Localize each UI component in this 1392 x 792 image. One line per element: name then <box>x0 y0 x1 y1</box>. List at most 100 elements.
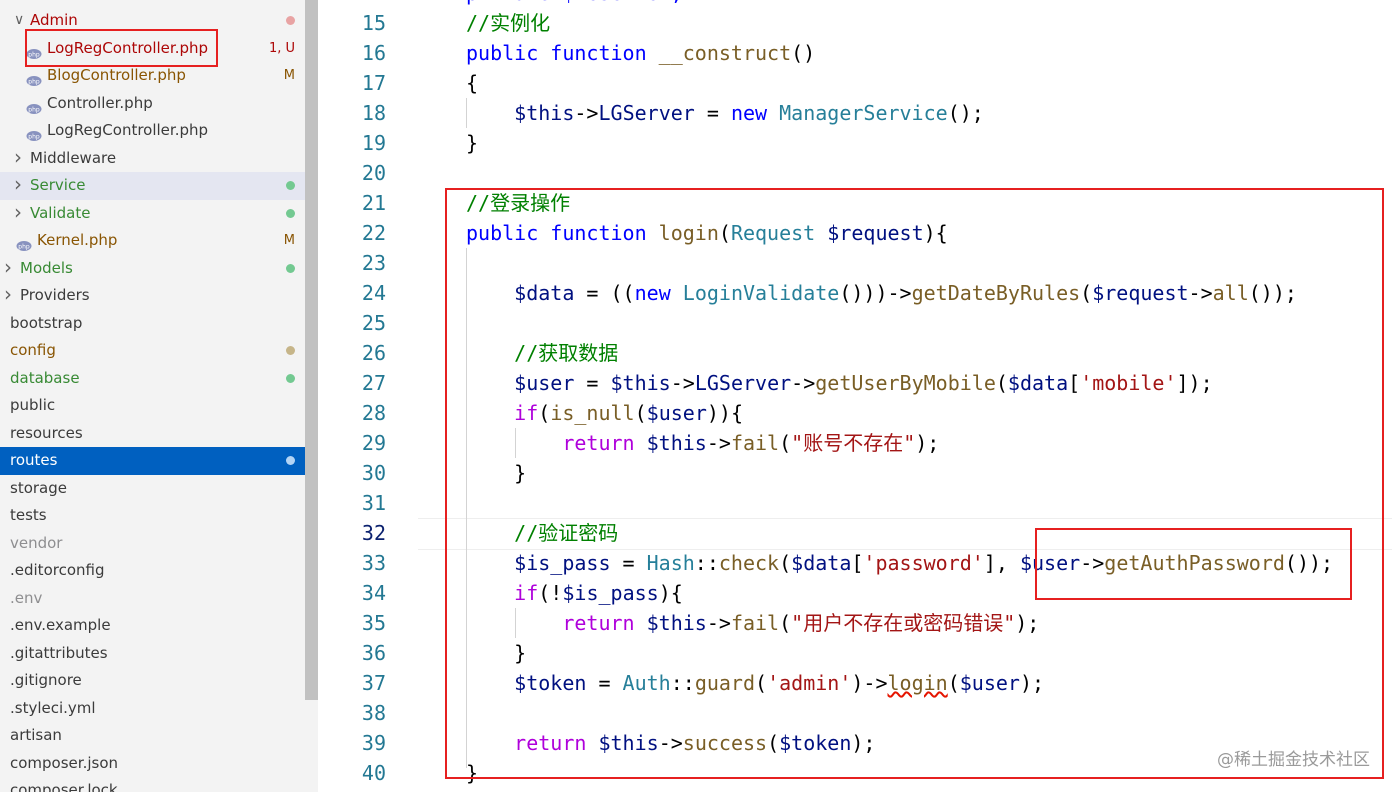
code-line[interactable]: //获取数据 <box>466 338 618 368</box>
tree-item[interactable]: php BlogController.php M <box>0 62 305 90</box>
tree-item[interactable]: storage <box>0 475 305 503</box>
tree-item-label: bootstrap <box>10 313 83 332</box>
line-number: 31 <box>361 491 386 515</box>
tree-item-label: .gitignore <box>10 671 82 689</box>
git-status-dot <box>286 456 295 465</box>
code-line[interactable]: return $this->fail("用户不存在或密码错误"); <box>466 608 1039 638</box>
line-number: 32 <box>361 521 386 545</box>
tree-item[interactable]: tests <box>0 502 305 530</box>
tree-item[interactable]: .gitattributes <box>0 640 305 668</box>
line-number: 21 <box>361 191 386 215</box>
tree-item[interactable]: composer.lock <box>0 777 305 792</box>
code-line[interactable]: if(is_null($user)){ <box>466 398 743 428</box>
tree-item[interactable]: .env <box>0 585 305 613</box>
tree-item[interactable]: php LogRegController.php 1, U <box>0 35 305 63</box>
tree-item[interactable]: routes <box>0 447 305 475</box>
code-line[interactable]: //验证密码 <box>466 518 618 548</box>
tree-item-label: LogRegController.php <box>47 38 209 57</box>
tree-item[interactable]: .env.example <box>0 612 305 640</box>
code-line[interactable]: { <box>466 68 478 98</box>
tree-item[interactable]: › Providers <box>0 282 305 310</box>
tree-item[interactable]: artisan <box>0 722 305 750</box>
code-line[interactable]: private $LGServer; <box>466 0 683 8</box>
tree-item[interactable]: database <box>0 365 305 393</box>
code-line[interactable]: //实例化 <box>466 8 550 38</box>
tree-item-label: .env.example <box>10 616 111 634</box>
tree-item[interactable]: .gitignore <box>0 667 305 695</box>
chevron-right-icon[interactable]: › <box>4 282 18 309</box>
tree-item-label: vendor <box>10 533 63 552</box>
line-number: 38 <box>361 701 386 725</box>
code-line[interactable]: $data = ((new LoginValidate()))->getDate… <box>466 278 1297 308</box>
code-line[interactable]: $user = $this->LGServer->getUserByMobile… <box>466 368 1212 398</box>
watermark: @稀土掘金技术社区 <box>1217 750 1370 770</box>
tree-item[interactable]: .editorconfig <box>0 557 305 585</box>
git-status-badge: M <box>283 233 295 248</box>
tree-item[interactable]: .styleci.yml <box>0 695 305 723</box>
line-number: 18 <box>361 101 386 125</box>
tree-item-label: Kernel.php <box>37 231 118 249</box>
line-number: 20 <box>361 161 386 185</box>
code-line[interactable]: if(!$is_pass){ <box>466 578 683 608</box>
git-status-dot <box>286 208 295 218</box>
chevron-right-icon[interactable]: › <box>14 200 28 227</box>
git-status-badge: M <box>283 68 295 83</box>
line-number: 17 <box>361 71 386 95</box>
tree-item-label: Providers <box>20 286 90 304</box>
tree-item[interactable]: config <box>0 337 305 365</box>
git-status-dot <box>286 181 295 190</box>
line-number: 25 <box>361 311 386 335</box>
tree-item-label: storage <box>10 478 67 497</box>
svg-text:php: php <box>18 244 30 251</box>
tree-item[interactable]: ∨ Admin <box>0 7 305 35</box>
tree-item-label: Service <box>30 176 86 194</box>
tree-item[interactable]: php LogRegController.php <box>0 117 305 145</box>
line-number: 30 <box>361 461 386 485</box>
code-line[interactable]: } <box>466 128 478 158</box>
tree-item[interactable]: › Models <box>0 255 305 283</box>
line-number: 19 <box>361 131 386 155</box>
tree-item[interactable]: › Validate <box>0 200 305 228</box>
line-number: 23 <box>361 251 386 275</box>
chevron-right-icon[interactable]: › <box>4 255 18 282</box>
tree-item-label: routes <box>10 451 58 469</box>
explorer-scrollbar[interactable] <box>305 0 318 792</box>
tree-item[interactable]: › Service <box>0 172 305 200</box>
line-number: 26 <box>361 341 386 365</box>
code-line[interactable]: public function __construct() <box>466 38 815 68</box>
code-line[interactable]: return $this->success($token); <box>466 728 875 758</box>
tree-item-label: LogRegController.php <box>47 121 209 139</box>
code-line[interactable]: } <box>466 638 526 668</box>
code-line[interactable]: } <box>466 458 526 488</box>
code-line[interactable]: //登录操作 <box>466 188 570 218</box>
code-line[interactable]: } <box>466 758 478 788</box>
code-editor[interactable]: 14 private $LGServer; 15 //实例化 16 public func… <box>318 0 1392 792</box>
tree-item[interactable]: vendor <box>0 530 305 558</box>
line-number: 27 <box>361 371 386 395</box>
tree-item[interactable]: › Middleware <box>0 145 305 173</box>
chevron-right-icon[interactable]: › <box>14 172 28 199</box>
chevron-down-icon[interactable]: ∨ <box>14 7 28 34</box>
tree-item[interactable]: composer.json <box>0 750 305 778</box>
svg-text:php: php <box>28 79 40 86</box>
git-status-dot <box>286 16 295 25</box>
tree-item-label: composer.json <box>10 753 119 772</box>
code-line[interactable]: return $this->fail("账号不存在"); <box>466 428 939 458</box>
tree-item-label: public <box>10 396 56 414</box>
code-line[interactable]: public function login(Request $request){ <box>466 218 948 248</box>
tree-item[interactable]: php Kernel.php M <box>0 227 305 255</box>
tree-item-label: Controller.php <box>47 93 153 112</box>
code-line[interactable]: $is_pass = Hash::check($data['password']… <box>466 548 1333 578</box>
code-line[interactable]: $token = Auth::guard('admin')->login($us… <box>466 668 1044 698</box>
php-icon: php <box>26 42 42 59</box>
tree-item[interactable]: public <box>0 392 305 420</box>
code-line[interactable]: $this->LGServer = new ManagerService(); <box>466 98 984 128</box>
svg-text:php: php <box>28 51 40 58</box>
tree-item[interactable]: bootstrap <box>0 310 305 338</box>
tree-item[interactable]: php Controller.php <box>0 90 305 118</box>
explorer-scrollbar-thumb[interactable] <box>305 0 318 700</box>
tree-item-label: .editorconfig <box>10 561 105 579</box>
chevron-right-icon[interactable]: › <box>14 145 28 172</box>
line-number: 28 <box>361 401 386 425</box>
tree-item[interactable]: resources <box>0 420 305 448</box>
